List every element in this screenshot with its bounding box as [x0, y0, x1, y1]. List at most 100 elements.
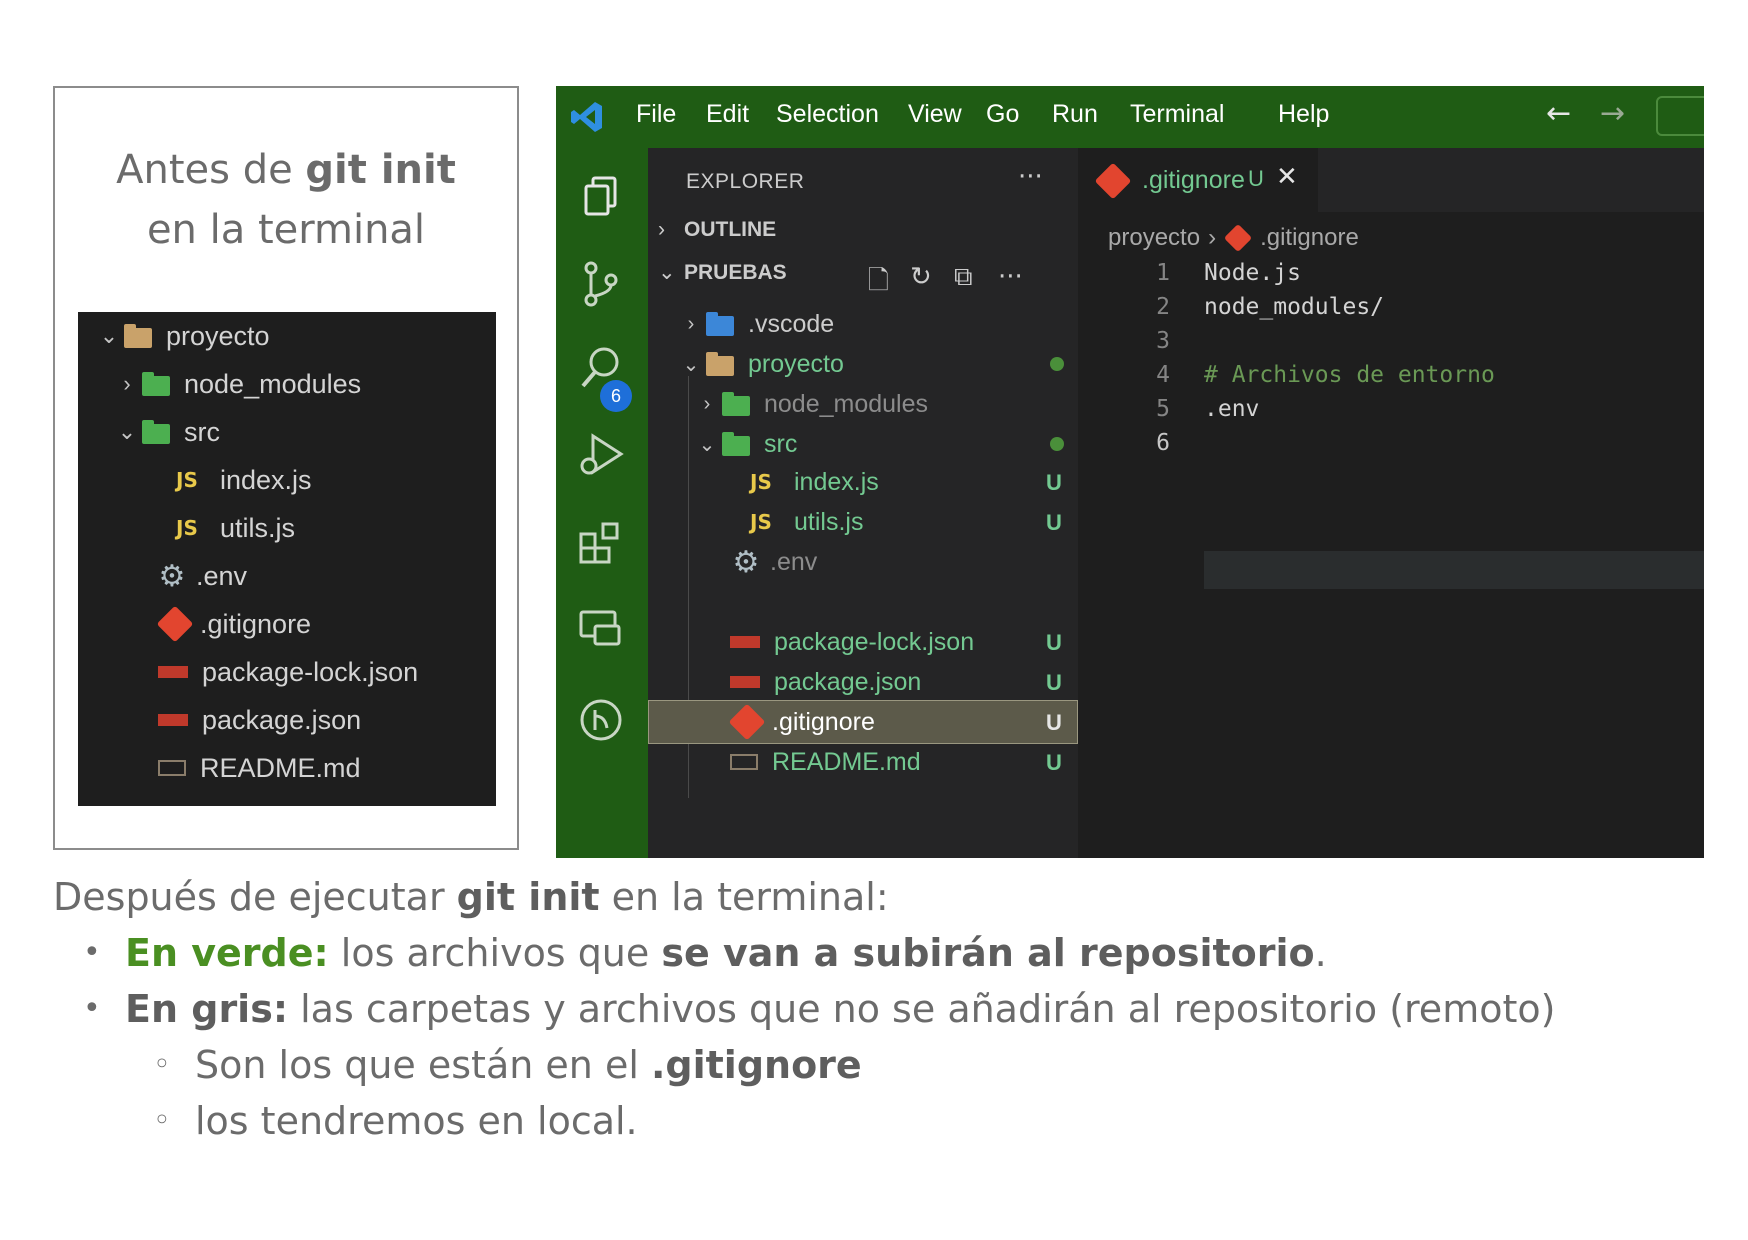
workspace-section[interactable]: ⌄ PRUEBAS: [658, 260, 787, 285]
bullet-green: En verde: los archivos que se van a subi…: [125, 931, 1327, 975]
more-actions-icon[interactable]: ···: [1018, 162, 1043, 192]
before-caption: Antes de git init en la terminal: [116, 147, 456, 253]
collapse-all-icon[interactable]: ⧉: [954, 262, 973, 293]
more-actions-icon[interactable]: ···: [998, 262, 1023, 292]
refresh-icon[interactable]: ↻: [910, 262, 932, 292]
close-icon[interactable]: ✕: [1276, 162, 1298, 192]
vscode-window: File Edit Selection View Go Run Terminal…: [556, 86, 1704, 858]
markdown-icon: [158, 760, 186, 776]
untracked-status: U: [1046, 710, 1062, 735]
menu-view[interactable]: View: [908, 100, 962, 129]
search-icon[interactable]: [572, 344, 630, 402]
line-number: 4: [1156, 362, 1170, 388]
sub-bullet-marker: ◦: [153, 1047, 171, 1082]
arrow-left-icon[interactable]: ←: [1546, 96, 1571, 131]
remote-explorer-icon[interactable]: [572, 604, 630, 662]
vscode-folder-icon: [704, 310, 738, 338]
sub-bullet-local: los tendremos en local.: [195, 1099, 638, 1143]
folder-open-icon: [122, 322, 156, 350]
tree-item-gitignore[interactable]: .gitignore: [156, 600, 311, 648]
code-comment-line[interactable]: # Archivos de entorno: [1204, 362, 1495, 388]
breadcrumb: proyecto › .gitignore: [1108, 223, 1359, 253]
menu-go[interactable]: Go: [986, 100, 1019, 129]
current-line-highlight: [1204, 551, 1704, 589]
code-line[interactable]: node_modules/: [1204, 294, 1384, 320]
explorer-title: EXPLORER: [686, 170, 805, 193]
menu-help[interactable]: Help: [1278, 100, 1329, 129]
untracked-status: U: [1046, 750, 1062, 775]
activity-bar: 6: [556, 148, 648, 858]
bullet-marker: •: [83, 935, 101, 970]
extensions-icon[interactable]: [572, 520, 630, 578]
untracked-status: U: [1046, 630, 1062, 655]
run-debug-icon[interactable]: [572, 430, 630, 488]
node-folder-icon: [720, 390, 754, 418]
menu-edit[interactable]: Edit: [706, 100, 749, 129]
tree-item-index-js[interactable]: JS index.js: [176, 456, 312, 504]
tree-item-node-modules[interactable]: › node_modules: [114, 360, 361, 408]
vscode-logo-icon: [571, 102, 602, 132]
tree-item-package-lock[interactable]: package-lock.json: [730, 620, 974, 664]
src-folder-icon: [720, 430, 754, 458]
tree-item-proyecto[interactable]: ⌄ proyecto: [678, 342, 844, 386]
before-file-tree: ⌄ proyecto › node_modules ⌄ src JS index…: [78, 312, 496, 806]
js-icon: JS: [750, 510, 772, 534]
untracked-status: U: [1046, 670, 1062, 695]
chevron-down-icon: ⌄: [117, 419, 137, 444]
tab-bar: .gitignore U ✕: [1078, 148, 1704, 212]
bullet-gray: En gris: las carpetas y archivos que no …: [125, 987, 1556, 1031]
untracked-status: U: [1248, 166, 1264, 191]
menu-file[interactable]: File: [636, 100, 676, 129]
files-icon[interactable]: [572, 168, 630, 226]
gear-icon: ⚙: [732, 545, 760, 579]
code-line[interactable]: Node.js: [1204, 260, 1301, 286]
tree-item-index-js[interactable]: JS index.js: [750, 460, 879, 504]
outline-section[interactable]: › OUTLINE: [658, 218, 776, 242]
line-number: 1: [1156, 260, 1170, 286]
src-folder-icon: [140, 418, 174, 446]
npm-icon: [730, 636, 760, 648]
chevron-right-icon: ›: [703, 392, 711, 415]
source-control-icon[interactable]: [572, 258, 630, 316]
tree-item-package-json[interactable]: package.json: [158, 696, 361, 744]
intro-line: Después de ejecutar git init en la termi…: [53, 875, 889, 919]
tree-item-package-json[interactable]: package.json: [730, 660, 921, 704]
line-number: 3: [1156, 328, 1170, 354]
code-line[interactable]: .env: [1204, 396, 1259, 422]
tree-item-package-lock[interactable]: package-lock.json: [158, 648, 418, 696]
menu-terminal[interactable]: Terminal: [1130, 100, 1224, 129]
tree-item-vscode[interactable]: › .vscode: [678, 302, 835, 346]
untracked-status: U: [1046, 510, 1062, 535]
tree-item-readme[interactable]: README.md: [158, 744, 361, 792]
js-icon: JS: [176, 516, 198, 540]
breadcrumb-file[interactable]: .gitignore: [1260, 224, 1359, 252]
tree-item-src[interactable]: ⌄ src: [114, 408, 220, 456]
line-number: 2: [1156, 294, 1170, 320]
tree-item-utils-js[interactable]: JS utils.js: [750, 500, 863, 544]
menu-selection[interactable]: Selection: [776, 100, 879, 129]
tree-item-node-modules[interactable]: › node_modules: [694, 382, 928, 426]
tree-item-utils-js[interactable]: JS utils.js: [176, 504, 295, 552]
tree-item-readme[interactable]: README.md: [730, 740, 921, 784]
untracked-status: U: [1046, 470, 1062, 495]
git-icon: [1094, 162, 1132, 200]
breadcrumb-folder[interactable]: proyecto: [1108, 224, 1200, 252]
sub-bullet-marker: ◦: [153, 1103, 171, 1138]
modified-dot: [1050, 357, 1064, 371]
chevron-down-icon: ⌄: [658, 261, 676, 284]
new-file-icon[interactable]: 🗋: [868, 262, 889, 306]
title-bar: File Edit Selection View Go Run Terminal…: [556, 86, 1704, 148]
command-center-search[interactable]: [1656, 96, 1704, 136]
tree-item-proyecto[interactable]: ⌄ proyecto: [96, 312, 270, 360]
menu-run[interactable]: Run: [1052, 100, 1098, 129]
tree-item-env[interactable]: ⚙ .env: [154, 552, 248, 600]
tree-item-env[interactable]: ⚙ .env: [728, 540, 818, 584]
git-icon: [728, 703, 766, 741]
chevron-right-icon: ›: [123, 371, 131, 396]
explorer-sidebar: EXPLORER ··· › OUTLINE ⌄ PRUEBAS 🗋 ↻ ⧉ ···…: [648, 148, 1078, 858]
arrow-right-icon[interactable]: →: [1600, 96, 1625, 131]
tree-item-gitignore[interactable]: .gitignore: [728, 700, 875, 744]
github-pull-request-icon[interactable]: [572, 696, 630, 754]
tab-gitignore[interactable]: .gitignore U ✕: [1078, 148, 1318, 212]
line-number: 6: [1156, 430, 1170, 456]
